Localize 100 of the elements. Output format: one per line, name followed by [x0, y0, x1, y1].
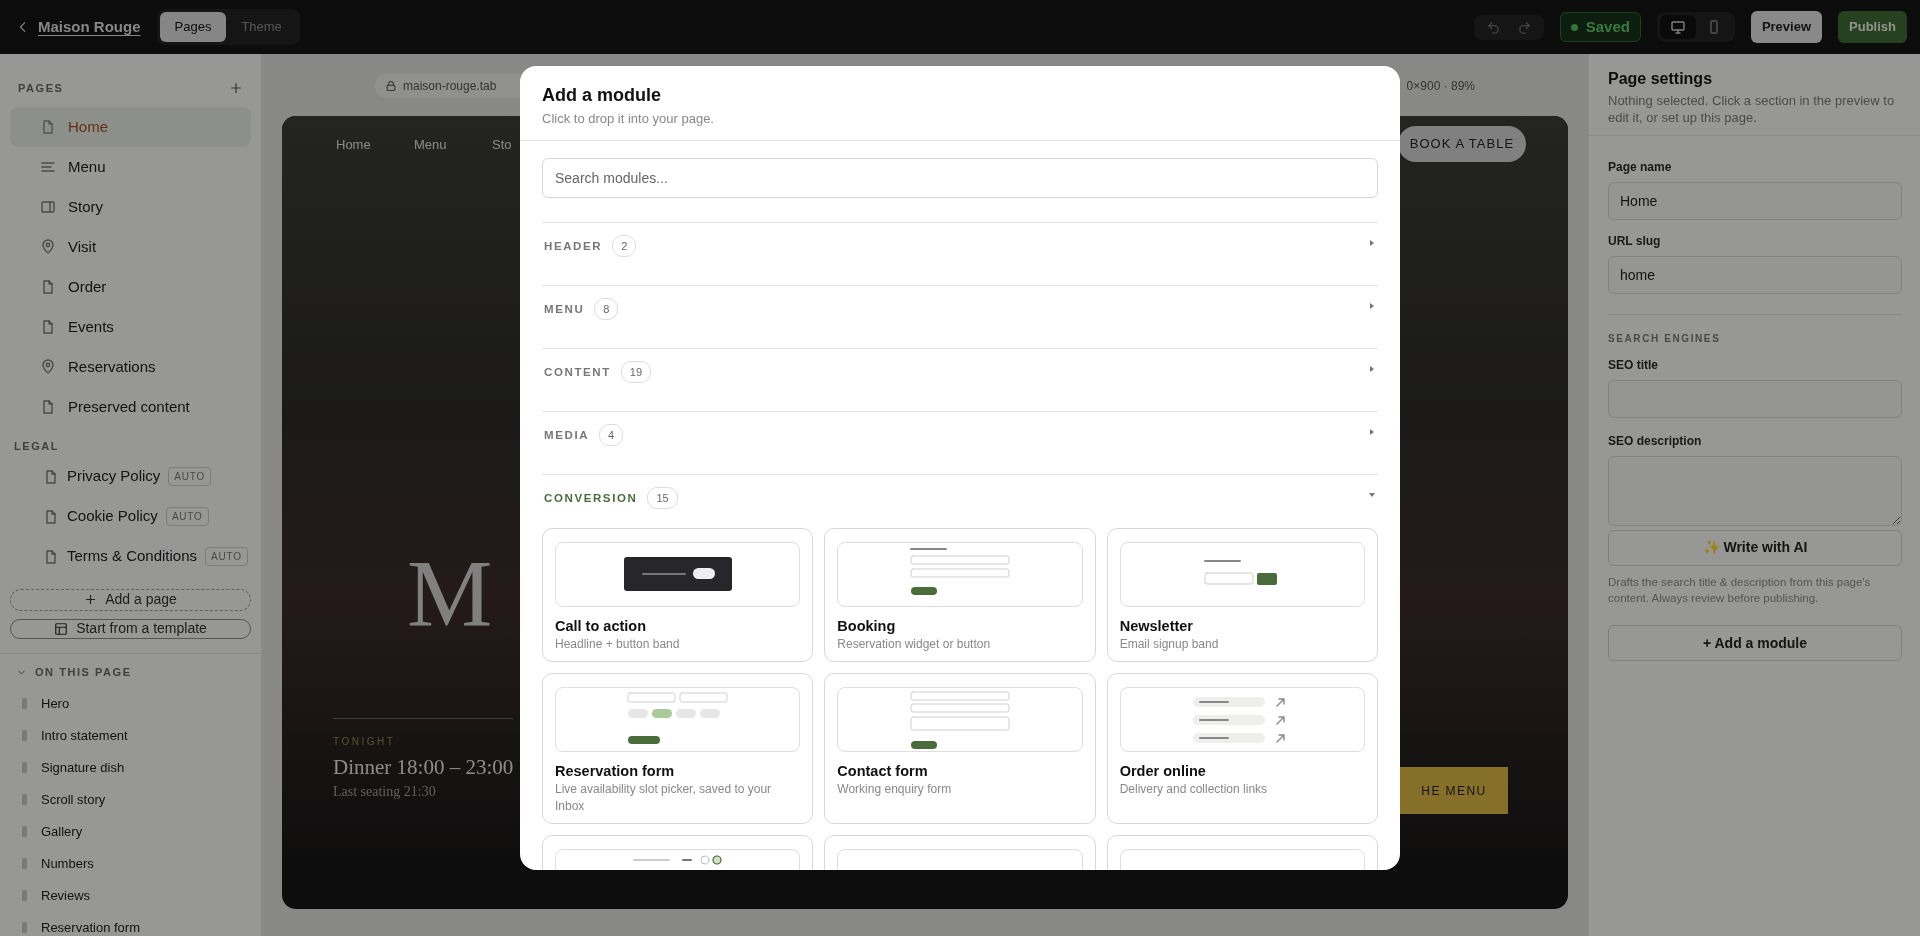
field-label: Page name	[1608, 158, 1673, 176]
module-card[interactable]: Call to action Headline + button band	[542, 527, 814, 663]
module-description: Live availability slot picker, saved to your Inbox	[555, 781, 773, 814]
drag-handle-icon[interactable]	[22, 922, 27, 933]
page-section-item[interactable]: Reservation form	[41, 917, 140, 936]
search-field[interactable]: Search modules...	[542, 157, 1378, 198]
page-item[interactable]: Events	[10, 307, 251, 347]
book-table-button[interactable]: BOOK A TABLE	[1398, 126, 1526, 162]
section-heading: SEARCH ENGINES	[1608, 331, 1722, 346]
caret-right-icon[interactable]	[1368, 301, 1376, 310]
drag-handle-icon[interactable]	[22, 794, 27, 805]
desktop-icon	[1669, 19, 1686, 35]
input-field[interactable]: Home	[1608, 181, 1902, 220]
module-description: Working enquiry form	[837, 781, 953, 798]
field-label: URL slug	[1608, 232, 1662, 250]
lines-icon	[40, 159, 56, 175]
location-pin-icon	[40, 359, 56, 375]
page-item[interactable]: Menu	[10, 147, 251, 187]
redo-icon[interactable]	[1516, 19, 1532, 35]
category-toggle[interactable]: MENU	[544, 300, 585, 318]
module-card[interactable]: Newsletter Email signup band	[1106, 527, 1378, 663]
menu-button[interactable]: HE MENU	[1400, 767, 1508, 814]
drag-handle-icon[interactable]	[22, 730, 27, 741]
section-heading: ON THIS PAGE	[35, 665, 132, 681]
page-section-item[interactable]: Numbers	[41, 853, 94, 874]
textarea-field[interactable]	[1608, 455, 1902, 526]
module-title: Contact form	[837, 763, 929, 781]
module-description: Reservation widget or button	[837, 635, 992, 653]
view-tab[interactable]: Pages	[159, 12, 227, 42]
layout-icon	[54, 621, 69, 636]
panel-description: Nothing selected. Click a section in the preview to edit it, or set up this page.	[1608, 93, 1896, 127]
count-badge: 15	[647, 486, 678, 509]
caret-right-icon[interactable]	[1368, 427, 1376, 436]
page-section-item[interactable]: Intro statement	[41, 725, 128, 746]
count-badge: 8	[594, 297, 619, 320]
preview-button[interactable]: Preview	[1750, 11, 1823, 43]
document-icon	[43, 468, 59, 485]
drag-handle-icon[interactable]	[22, 826, 27, 837]
category-toggle[interactable]: MEDIA	[544, 426, 590, 444]
page-section-item[interactable]: Reviews	[41, 885, 91, 906]
input-field[interactable]: home	[1608, 255, 1902, 294]
device-toggle[interactable]	[1659, 15, 1696, 39]
field-label: SEO title	[1608, 356, 1659, 374]
viewport-size-label: 0×900 · 89%	[1406, 78, 1475, 95]
module-card[interactable]: Order online Delivery and collection links	[1106, 673, 1378, 824]
section-heading: LEGAL	[13, 439, 60, 454]
hero-heading: M	[407, 546, 493, 642]
drag-handle-icon[interactable]	[22, 890, 27, 901]
add-page-button[interactable]	[229, 81, 243, 95]
category-toggle[interactable]: CONTENT	[544, 363, 611, 381]
caret-right-icon[interactable]	[1368, 238, 1376, 247]
page-item-label[interactable]: Cookie Policy	[67, 505, 158, 528]
page-item[interactable]: Preserved content	[10, 387, 251, 427]
page-section-item[interactable]: Signature dish	[41, 757, 125, 778]
auto-badge: AUTO	[165, 507, 209, 526]
module-card[interactable]: Contact form Working enquiry form	[824, 673, 1096, 824]
page-section-item[interactable]: Gallery	[41, 821, 83, 842]
module-card[interactable]: Reservation form Live availability slot picker, saved to your Inbox	[542, 673, 814, 824]
module-card[interactable]: Booking Reservation widget or button	[824, 527, 1096, 663]
auto-badge: AUTO	[205, 547, 248, 566]
document-icon	[43, 548, 59, 565]
caret-down-icon[interactable]	[1368, 490, 1376, 499]
lock-icon	[385, 80, 397, 92]
dialog-subtitle: Click to drop it into your page.	[542, 110, 715, 128]
page-section-item[interactable]: Hero	[41, 693, 70, 714]
plus-icon	[229, 81, 243, 95]
drag-handle-icon[interactable]	[22, 858, 27, 869]
site-name-link[interactable]: Maison Rouge	[38, 15, 141, 39]
publish-button[interactable]: Publish	[1838, 11, 1907, 43]
plus-icon	[84, 593, 98, 606]
category-toggle[interactable]: CONVERSION	[544, 489, 638, 507]
page-item-label[interactable]: Terms & Conditions	[67, 545, 198, 568]
undo-icon[interactable]	[1485, 19, 1501, 35]
add-module-button[interactable]: + Add a module	[1608, 625, 1902, 662]
site-nav-link[interactable]: Sto	[492, 135, 512, 155]
page-item[interactable]: Home	[10, 107, 251, 147]
document-icon	[43, 508, 59, 525]
module-title: Newsletter	[1119, 617, 1194, 635]
location-pin-icon	[40, 239, 56, 255]
module-title: Booking	[837, 617, 897, 635]
page-item[interactable]: Story	[10, 187, 251, 227]
module-description: Headline + button band	[555, 635, 681, 653]
count-badge: 19	[620, 360, 652, 383]
document-icon	[40, 399, 56, 415]
page-item[interactable]: Order	[10, 267, 251, 307]
opening-hours: Dinner 18:00 – 23:00	[333, 754, 514, 781]
category-toggle[interactable]: HEADER	[544, 237, 603, 255]
write-with-ai-button[interactable]: ✨ Write with AI	[1608, 529, 1902, 566]
drag-handle-icon[interactable]	[22, 698, 27, 709]
page-section-item[interactable]: Scroll story	[41, 789, 106, 810]
page-item-label[interactable]: Privacy Policy	[67, 465, 161, 488]
count-badge: 4	[599, 423, 624, 446]
page-item[interactable]: Reservations	[10, 347, 251, 387]
drag-handle-icon[interactable]	[22, 762, 27, 773]
site-nav-link[interactable]: Menu	[414, 135, 447, 155]
count-badge: 2	[612, 234, 637, 257]
site-nav-link[interactable]: Home	[336, 135, 371, 155]
auto-badge: AUTO	[168, 467, 212, 486]
caret-right-icon[interactable]	[1368, 364, 1376, 373]
page-item[interactable]: Visit	[10, 227, 251, 267]
